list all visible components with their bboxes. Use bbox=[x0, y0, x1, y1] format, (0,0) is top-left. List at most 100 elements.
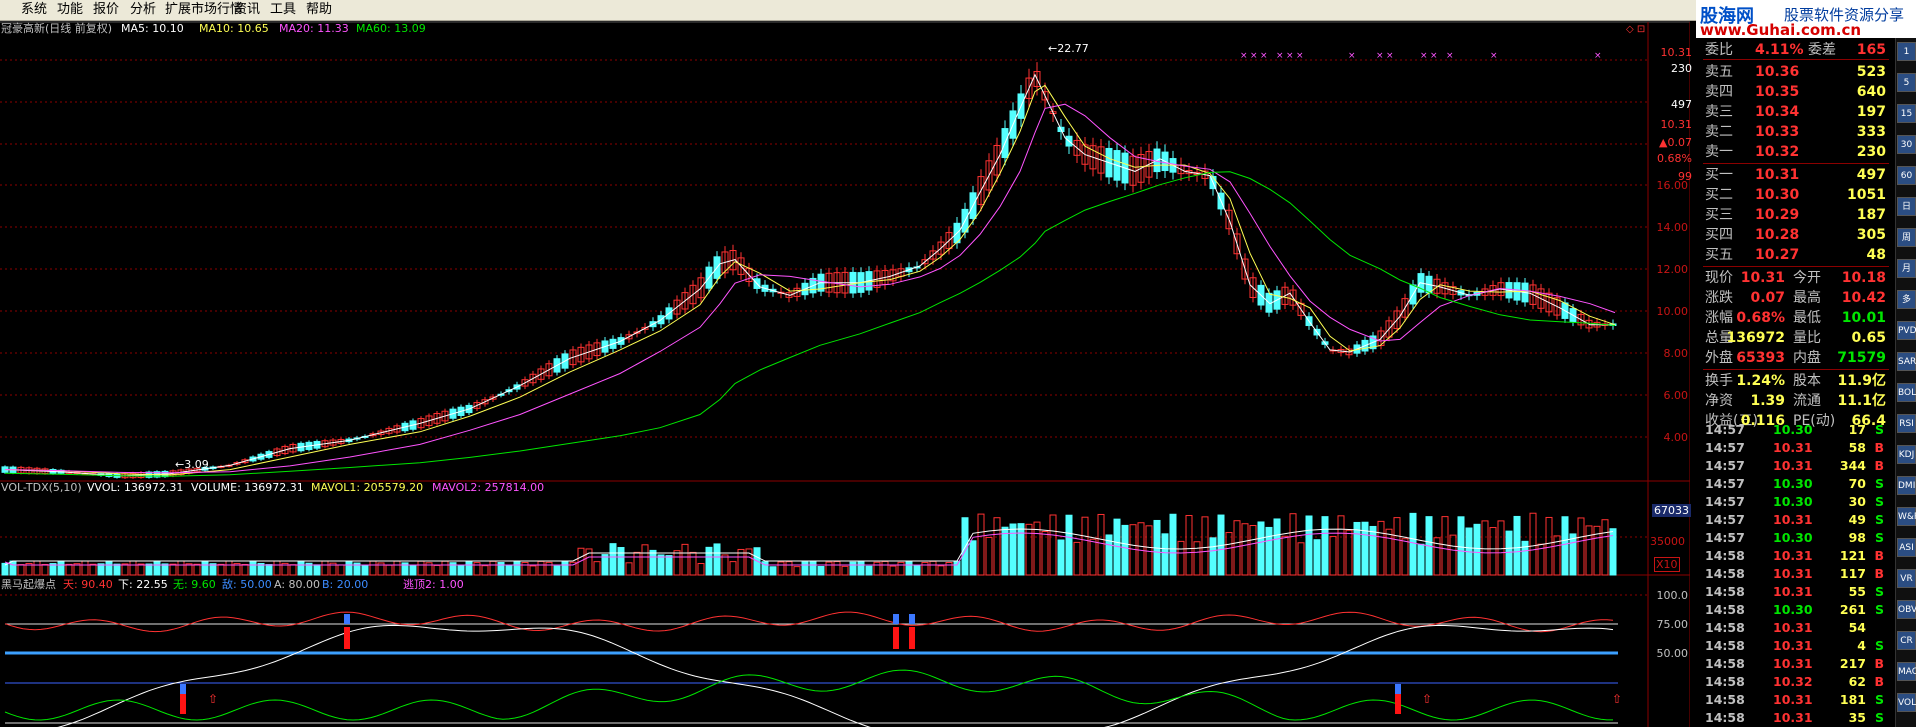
quote-label: 买四 bbox=[1705, 227, 1733, 243]
ma60-line bbox=[4, 171, 1616, 477]
quote-row-stat: 涨幅 0.68% 最低 10.01 bbox=[1703, 308, 1888, 328]
toolbar-button[interactable]: 60 bbox=[1897, 166, 1916, 185]
volume-bar bbox=[1201, 516, 1209, 576]
quote-value: 165 bbox=[1856, 42, 1886, 58]
tick-price: 10.31 bbox=[1773, 638, 1813, 653]
signal-bar-top bbox=[180, 684, 186, 694]
signal-bar bbox=[180, 692, 186, 714]
mavol1-label: MAVOL1: 205579.20 bbox=[311, 481, 424, 494]
volume-bar bbox=[1097, 513, 1105, 576]
volume-bar bbox=[1049, 514, 1057, 576]
volume-bar bbox=[1185, 515, 1193, 576]
menu-item-2[interactable]: 报价 bbox=[93, 2, 119, 18]
toolbar-button[interactable]: 1 bbox=[1897, 42, 1916, 61]
toolbar-button[interactable]: MACD bbox=[1897, 662, 1916, 681]
tick-row: 14:58 10.31 55 S bbox=[1703, 584, 1888, 600]
volume-bar bbox=[1489, 527, 1497, 576]
toolbar-button[interactable]: VOL bbox=[1897, 693, 1916, 712]
signal-marker: × bbox=[1296, 51, 1304, 61]
quote-volume: 333 bbox=[1856, 124, 1886, 140]
quote-label: 卖三 bbox=[1705, 104, 1733, 120]
volume-bar bbox=[1313, 539, 1321, 576]
tick-volume: 344 bbox=[1839, 458, 1866, 473]
kline-chart[interactable]: ←22.77←3.09× × × × × × × × × × × × × ×⇧ ⇧ ⇧◇ ⊡ bbox=[0, 20, 1690, 727]
menu-item-5[interactable]: 资讯 bbox=[234, 2, 260, 18]
tick-list[interactable]: 14:57 10.30 17 S 14:57 10.31 58 B 14:57 10.31 344 B… bbox=[1703, 422, 1893, 727]
toolbar-button[interactable]: 15 bbox=[1897, 104, 1916, 123]
volume-bar bbox=[177, 560, 185, 576]
toolbar-button[interactable]: 月 bbox=[1897, 259, 1916, 278]
signal-marker: × bbox=[1386, 51, 1394, 61]
quote-row-sell: 卖五 10.36 523 bbox=[1703, 62, 1888, 82]
tick-volume: 121 bbox=[1839, 548, 1866, 563]
menu-item-6[interactable]: 工具 bbox=[270, 2, 296, 18]
toolbar-button[interactable]: ASI bbox=[1897, 538, 1916, 557]
tick-price: 10.31 bbox=[1773, 440, 1813, 455]
price-axis-label: 8.00 bbox=[1663, 347, 1689, 360]
toolbar-button[interactable]: BOLL bbox=[1897, 383, 1916, 402]
toolbar-button[interactable]: CR bbox=[1897, 631, 1916, 650]
menu-item-3[interactable]: 分析 bbox=[130, 2, 156, 18]
quote-label: 买五 bbox=[1705, 247, 1733, 263]
di-label: 敌: 50.00 bbox=[222, 578, 272, 591]
volume-bar bbox=[1305, 515, 1313, 576]
menu-item-1[interactable]: 功能 bbox=[57, 2, 83, 18]
volume-bar bbox=[465, 560, 473, 576]
toolbar-button[interactable]: PVD bbox=[1897, 321, 1916, 340]
toolbar-button[interactable]: OBV bbox=[1897, 600, 1916, 619]
volume-bar bbox=[993, 517, 1001, 576]
toolbar-button[interactable]: SAR bbox=[1897, 352, 1916, 371]
mavol2-label: MAVOL2: 257814.00 bbox=[432, 481, 545, 494]
price-axis-label: 14.00 bbox=[1656, 221, 1689, 234]
menu-item-7[interactable]: 帮助 bbox=[306, 2, 332, 18]
ma5-line bbox=[4, 73, 1615, 477]
volume-bar bbox=[969, 540, 977, 576]
quote-label: 流通 bbox=[1793, 393, 1821, 409]
volume-bar bbox=[1, 562, 9, 576]
volume-bar bbox=[1561, 516, 1569, 576]
tick-side: S bbox=[1874, 476, 1884, 491]
volume-bar bbox=[681, 543, 689, 576]
toolbar-button[interactable]: 多 bbox=[1897, 290, 1916, 309]
toolbar-button[interactable]: KDJ bbox=[1897, 445, 1916, 464]
toolbar-button[interactable]: 周 bbox=[1897, 228, 1916, 247]
toolbar-button[interactable]: 30 bbox=[1897, 135, 1916, 154]
tick-volume: 62 bbox=[1848, 674, 1866, 689]
chart-corner-icon[interactable]: ◇ ⊡ bbox=[1626, 24, 1645, 35]
tick-side: S bbox=[1874, 494, 1884, 509]
volume-bar bbox=[1273, 518, 1281, 576]
taoli-label: 逃顶2: 1.00 bbox=[403, 578, 464, 591]
signal-bar-top bbox=[893, 614, 899, 624]
volume-bar bbox=[89, 563, 97, 576]
volume-bar bbox=[913, 565, 921, 576]
brand-logo: 股海网 股票软件资源分享 www.Guhai.com.cn bbox=[1696, 0, 1916, 39]
quote-label: 最高 bbox=[1793, 290, 1821, 306]
menu-item-4[interactable]: 扩展市场行情 bbox=[165, 2, 243, 18]
toolbar-button[interactable]: 日 bbox=[1897, 197, 1916, 216]
tick-volume: 98 bbox=[1848, 530, 1866, 545]
volume-bar bbox=[873, 561, 881, 576]
tick-volume: 117 bbox=[1839, 566, 1866, 581]
volume-bar bbox=[1545, 516, 1553, 576]
toolbar-button[interactable]: RSI bbox=[1897, 414, 1916, 433]
toolbar-button[interactable]: W&R bbox=[1897, 507, 1916, 526]
toolbar-button[interactable]: VR bbox=[1897, 569, 1916, 588]
quote-volume: 230 bbox=[1856, 144, 1886, 160]
tick-time: 14:58 bbox=[1705, 548, 1745, 563]
quote-label: 最低 bbox=[1793, 310, 1821, 326]
toolbar-button[interactable]: 5 bbox=[1897, 73, 1916, 92]
signal-bar-top bbox=[344, 614, 350, 624]
volume-bar bbox=[1281, 535, 1289, 576]
tick-side: S bbox=[1874, 422, 1884, 437]
quote-price: 10.36 bbox=[1755, 64, 1800, 80]
toolbar-button[interactable]: DMI bbox=[1897, 476, 1916, 495]
menu-item-0[interactable]: 系统 bbox=[21, 2, 47, 18]
quote-label: 内盘 bbox=[1793, 350, 1821, 366]
mini-panel-value: 99 bbox=[1678, 170, 1692, 183]
volume-bar bbox=[537, 560, 545, 576]
tick-volume: 17 bbox=[1848, 422, 1866, 437]
quote-value: 1.24% bbox=[1736, 373, 1785, 389]
signal-bar-top bbox=[1395, 684, 1401, 694]
volume-bar bbox=[1601, 519, 1609, 576]
quote-row-sell: 卖三 10.34 197 bbox=[1703, 102, 1888, 122]
